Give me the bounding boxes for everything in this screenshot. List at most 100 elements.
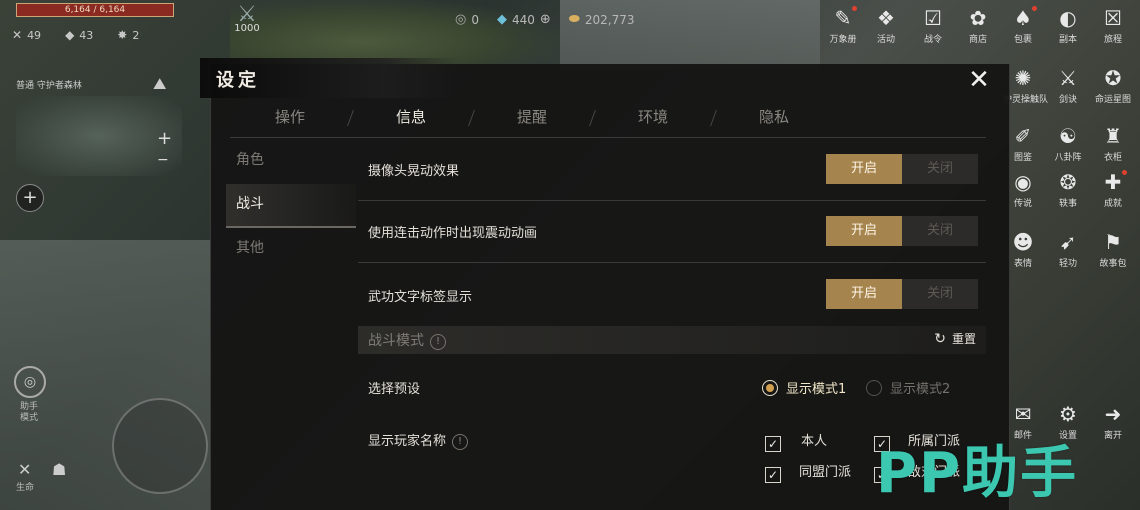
crossed-swords-icon: ✕ [12,28,23,42]
name-ally-faction-checkbox[interactable]: ✓ 同盟门派 [765,461,851,483]
reset-button[interactable]: ↻ 重置 [934,330,976,347]
menu-icon: ⚑ [1104,230,1122,254]
level-badge[interactable]: ⚔ 1000 [232,2,262,36]
tab-environment[interactable]: 环境 [593,100,713,137]
menu-item-0[interactable]: ✎ 万象册 [823,6,863,45]
menu-item-3[interactable]: ✿ 商店 [958,6,998,45]
tab-operation[interactable]: 操作 [230,100,350,137]
menu-item-8[interactable]: ⚔ 剑诀 [1048,66,1088,105]
notification-dot-icon [1032,6,1037,11]
ring-icon: ◎ [455,12,467,27]
menu-icon: ♜ [1104,124,1122,148]
world-map-icon[interactable]: ⛰ [153,74,166,94]
shield-icon: ◆ [65,28,75,42]
add-shortcut-button[interactable]: + [16,184,44,212]
zoom-out-icon[interactable]: − [157,152,169,168]
checkmark-icon: ✓ [765,467,781,483]
party-icon[interactable]: ☗ [52,460,66,479]
menu-item-18[interactable]: ⚑ 故事包 [1093,230,1133,269]
tab-privacy[interactable]: 隐私 [714,100,834,137]
movement-joystick[interactable] [112,398,208,494]
preset-mode2-radio[interactable]: 显示模式2 [866,378,950,397]
menu-item-label: 八卦阵 [1054,153,1082,163]
currency-jade-value: 440 [511,12,535,27]
assist-mode-button[interactable]: ◎ [14,366,46,398]
combat-mode-title: 战斗模式! [368,330,446,350]
stat-attack-value: 49 [27,28,42,42]
menu-item-12[interactable]: ♜ 衣柜 [1093,124,1133,163]
camera-shake-off-button[interactable]: 关闭 [902,154,978,184]
menu-icon: ⚔ [1059,66,1077,90]
menu-item-label: 包裹 [1013,35,1032,45]
level-value: 1000 [234,23,260,34]
camera-shake-toggle: 开启 关闭 [826,154,978,184]
assist-mode-label: 助手模式 [20,402,39,423]
menu-icon: ➹ [1059,230,1077,254]
menu-item-14[interactable]: ❂ 轶事 [1048,170,1088,209]
gold-ingot-icon: ⬬ [568,12,580,27]
skill-label-toggle: 开启 关闭 [826,279,978,309]
zoom-in-icon[interactable]: + [157,128,172,149]
menu-item-2[interactable]: ☑ 战令 [913,6,953,45]
menu-icon: ☯ [1059,124,1077,148]
settings-side-nav: 角色 战斗 其他 [226,140,356,272]
menu-item-label: 万象册 [829,35,857,45]
combat-mode-title-text: 战斗模式 [368,333,424,349]
menu-item-6[interactable]: ☒ 旅程 [1093,6,1133,45]
stats-row: ✕ 49 ◆ 43 ✸ 2 [12,28,139,42]
info-icon[interactable]: ! [430,334,446,350]
stat-spark-value: 2 [132,28,140,42]
name-ally-faction-label: 同盟门派 [799,465,852,480]
settings-tabs: 操作 信息 提醒 环境 隐私 [230,100,986,138]
currency-row: ◎ 0 ◆ 440 ⊕ ⬬ 202,773 [455,12,635,27]
menu-item-1[interactable]: ❖ 活动 [866,6,906,45]
combat-mode-header: 战斗模式! ↻ 重置 [358,326,986,354]
camera-shake-on-button[interactable]: 开启 [826,154,902,184]
menu-item-9[interactable]: ✪ 命运星图 [1093,66,1133,105]
currency-ring: ◎ 0 [455,12,479,27]
menu-item-11[interactable]: ☯ 八卦阵 [1048,124,1088,163]
menu-item-label: 衣柜 [1103,153,1122,163]
notification-dot-icon [1122,170,1127,175]
menu-item-label: 剑诀 [1058,95,1077,105]
skill-label-on-button[interactable]: 开启 [826,279,902,309]
settings-title: 设定 [216,70,260,91]
combo-shake-on-button[interactable]: 开启 [826,216,902,246]
menu-item-15[interactable]: ✚ 成就 [1093,170,1133,209]
menu-icon: ✪ [1104,66,1122,90]
menu-item-label: 活动 [876,35,895,45]
close-icon[interactable]: ✕ [964,66,994,96]
add-currency-icon[interactable]: ⊕ [540,12,551,27]
setting-label-camera-shake: 摄像头晃动效果 [368,164,460,179]
side-item-combat[interactable]: 战斗 [226,184,356,228]
side-item-other[interactable]: 其他 [226,228,356,272]
background-cliff [560,0,820,70]
preset-mode1-radio[interactable]: 显示模式1 [762,378,846,397]
hp-bar: 6,164 / 6,164 [16,3,174,17]
name-self-label: 本人 [801,434,828,449]
stat-attack: ✕ 49 [12,28,41,42]
hp-text: 6,164 / 6,164 [64,5,126,15]
crossed-swords-small-icon[interactable]: ✕ [18,460,31,479]
reset-label: 重置 [951,332,976,346]
menu-icon: ❂ [1059,170,1077,194]
side-item-character[interactable]: 角色 [226,140,356,184]
menu-item-label: 旅程 [1103,35,1122,45]
menu-icon: ⚙ [1059,402,1077,426]
tab-reminder[interactable]: 提醒 [472,100,592,137]
name-self-checkbox[interactable]: ✓ 本人 [765,430,827,452]
setting-row-skill-label: 武功文字标签显示 开启 关闭 [358,262,986,324]
menu-item-17[interactable]: ➹ 轻功 [1048,230,1088,269]
menu-item-label: 副本 [1058,35,1077,45]
currency-jade[interactable]: ◆ 440 ⊕ [497,12,551,27]
menu-item-5[interactable]: ◐ 副本 [1048,6,1088,45]
menu-item-21[interactable]: ➜ 离开 [1093,402,1133,441]
setting-label-skill-label: 武功文字标签显示 [368,290,473,305]
skill-label-off-button[interactable]: 关闭 [902,279,978,309]
info-icon[interactable]: ! [452,434,469,450]
currency-gold: ⬬ 202,773 [569,12,635,27]
menu-item-label: 故事包 [1099,259,1127,269]
tab-info[interactable]: 信息 [351,100,471,137]
combo-shake-off-button[interactable]: 关闭 [902,216,978,246]
menu-item-4[interactable]: ♠ 包裹 [1003,6,1043,45]
